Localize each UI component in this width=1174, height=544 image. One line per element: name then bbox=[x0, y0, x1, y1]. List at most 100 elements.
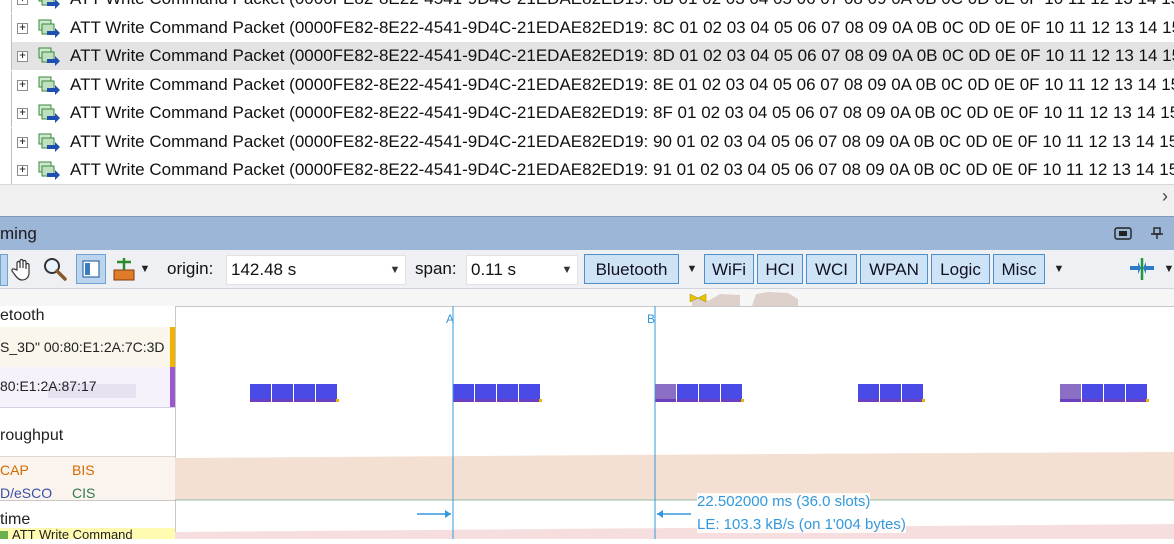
expand-icon[interactable]: + bbox=[17, 0, 28, 5]
esco-legend: D/eSCO bbox=[0, 485, 53, 501]
packet-underline bbox=[1126, 399, 1147, 402]
tool-select-button[interactable] bbox=[0, 254, 8, 286]
device1-label: S_3D" 00:80:E1:2A:7C:3D bbox=[0, 339, 165, 355]
expand-icon[interactable]: + bbox=[17, 136, 28, 148]
packet-row[interactable]: + ATT Write Command Packet (0000FE82-8E22… bbox=[0, 13, 1174, 42]
packet-summary: ATT Write Command Packet (0000FE82-8E22-… bbox=[70, 103, 1174, 122]
row-gutter bbox=[0, 156, 12, 184]
marker-b-label: B bbox=[647, 312, 656, 326]
packet-summary: ATT Write Command Packet (0000FE82-8E22-… bbox=[70, 131, 1174, 151]
horizontal-scrollbar[interactable]: › bbox=[0, 184, 1174, 207]
bluetooth-group-label: etooth bbox=[0, 307, 45, 324]
packet-note-row[interactable]: ATT Write Command bbox=[0, 527, 175, 539]
fit-dropdown-icon[interactable]: ▼ bbox=[1160, 254, 1174, 284]
timeline-overview[interactable] bbox=[0, 289, 1174, 307]
packet-end-tick bbox=[1146, 399, 1149, 402]
packet-row[interactable]: + ATT Write Command Packet (0000FE82-8E22… bbox=[0, 0, 1174, 13]
row-gutter bbox=[0, 70, 12, 99]
hand-pan-icon[interactable] bbox=[10, 256, 36, 282]
overview-graph bbox=[689, 292, 798, 306]
packet-summary: ATT Write Command Packet (0000FE82-8E22-… bbox=[70, 74, 1174, 94]
span-label: span: bbox=[415, 259, 457, 278]
throughput-label: roughput bbox=[0, 427, 64, 444]
packet-row[interactable]: + ATT Write Command Packet (0000FE82-8E22… bbox=[0, 70, 1174, 99]
packet-underline bbox=[497, 399, 518, 402]
origin-field[interactable]: 142.48 s ▼ bbox=[226, 255, 406, 285]
packet-underline bbox=[1104, 399, 1125, 402]
packet-underline bbox=[1060, 399, 1081, 402]
marker-tool-dropdown-icon[interactable]: ▼ bbox=[136, 254, 154, 284]
att-packet-icon bbox=[38, 133, 60, 152]
pin-icon[interactable] bbox=[1148, 227, 1166, 240]
throughput-readout: LE: 103.3 kB/s (on 1'004 bytes) bbox=[697, 516, 906, 533]
packet-row[interactable]: + ATT Write Command Packet (0000FE82-8E22… bbox=[0, 156, 1174, 184]
expand-icon[interactable]: + bbox=[17, 22, 28, 34]
row-gutter bbox=[0, 127, 12, 156]
marker-tool-icon[interactable] bbox=[112, 256, 136, 282]
split-view-button[interactable] bbox=[76, 254, 106, 284]
restore-pane-icon[interactable] bbox=[1114, 227, 1132, 240]
packet-summary: ATT Write Command Packet (0000FE82-8E22-… bbox=[70, 46, 1174, 65]
packet-block bbox=[294, 384, 315, 399]
att-packet-icon bbox=[38, 19, 60, 38]
bluetooth-dropdown-icon[interactable]: ▼ bbox=[683, 254, 701, 284]
packet-row[interactable]: + ATT Write Command Packet (0000FE82-8E22… bbox=[0, 99, 1174, 127]
zoom-magnifier-icon[interactable] bbox=[42, 256, 68, 282]
cap-legend: CAP bbox=[0, 462, 29, 478]
row-gutter bbox=[0, 13, 12, 42]
packet-block bbox=[250, 384, 271, 399]
packet-block bbox=[272, 384, 293, 399]
packet-block bbox=[497, 384, 518, 399]
expand-icon[interactable]: + bbox=[17, 165, 28, 176]
packet-row[interactable]: + ATT Write Command Packet (0000FE82-8E22… bbox=[0, 127, 1174, 156]
tab-hci[interactable]: HCI bbox=[757, 254, 803, 284]
packet-block bbox=[1126, 384, 1147, 399]
device2-label: 80:E1:2A:87:17 bbox=[0, 378, 97, 394]
packet-block bbox=[316, 384, 337, 399]
packet-block bbox=[655, 384, 676, 399]
pane-splitter[interactable] bbox=[0, 206, 1174, 216]
packet-underline bbox=[475, 399, 496, 402]
marker-a-label: A bbox=[446, 312, 455, 326]
packet-row[interactable]: + ATT Write Command Packet (0000FE82-8E22… bbox=[0, 42, 1174, 70]
tab-bluetooth[interactable]: Bluetooth bbox=[584, 254, 679, 284]
att-packet-icon bbox=[38, 76, 60, 95]
packet-underline bbox=[294, 399, 315, 402]
expand-icon[interactable]: + bbox=[17, 108, 28, 119]
expand-icon[interactable]: + bbox=[17, 79, 28, 91]
cis-legend: CIS bbox=[72, 485, 96, 501]
tab-wifi[interactable]: WiFi bbox=[704, 254, 754, 284]
att-packet-icon bbox=[38, 47, 60, 66]
packet-block bbox=[699, 384, 720, 399]
throughput-area bbox=[175, 452, 1174, 500]
span-dropdown-icon[interactable]: ▼ bbox=[559, 256, 575, 284]
packet-underline bbox=[699, 399, 720, 402]
att-packet-icon bbox=[38, 104, 60, 123]
packet-block bbox=[1060, 384, 1081, 399]
packet-underline bbox=[902, 399, 923, 402]
packet-block bbox=[475, 384, 496, 399]
tab-wci[interactable]: WCI bbox=[806, 254, 857, 284]
timing-toolbar: ▼ origin: 142.48 s ▼ span: 0.11 s ▼ Blue… bbox=[0, 250, 1174, 289]
timing-chart-canvas bbox=[175, 306, 1174, 539]
bis-legend: BIS bbox=[72, 462, 95, 478]
row-gutter bbox=[0, 42, 12, 70]
device1-row[interactable]: S_3D" 00:80:E1:2A:7C:3D bbox=[0, 327, 175, 367]
origin-dropdown-icon[interactable]: ▼ bbox=[387, 256, 403, 284]
tab-logic[interactable]: Logic bbox=[931, 254, 990, 284]
packet-underline bbox=[880, 399, 901, 402]
scroll-right-arrow-icon[interactable]: › bbox=[1162, 185, 1168, 207]
misc-dropdown-icon[interactable]: ▼ bbox=[1050, 254, 1068, 284]
device2-row[interactable]: 80:E1:2A:87:17 bbox=[0, 367, 175, 408]
fit-to-markers-icon[interactable] bbox=[1128, 256, 1156, 282]
packet-block bbox=[453, 384, 474, 399]
tab-misc[interactable]: Misc bbox=[993, 254, 1045, 284]
span-field[interactable]: 0.11 s ▼ bbox=[466, 255, 578, 285]
timing-chart[interactable]: A B 22.502000 ms (36.0 slots) LE: 103.3 … bbox=[175, 306, 1174, 539]
timing-pane-title: ming bbox=[0, 224, 37, 243]
packet-underline bbox=[316, 399, 337, 402]
tab-wpan[interactable]: WPAN bbox=[860, 254, 928, 284]
packet-block bbox=[721, 384, 742, 399]
packet-block bbox=[880, 384, 901, 399]
expand-icon[interactable]: + bbox=[17, 51, 28, 62]
